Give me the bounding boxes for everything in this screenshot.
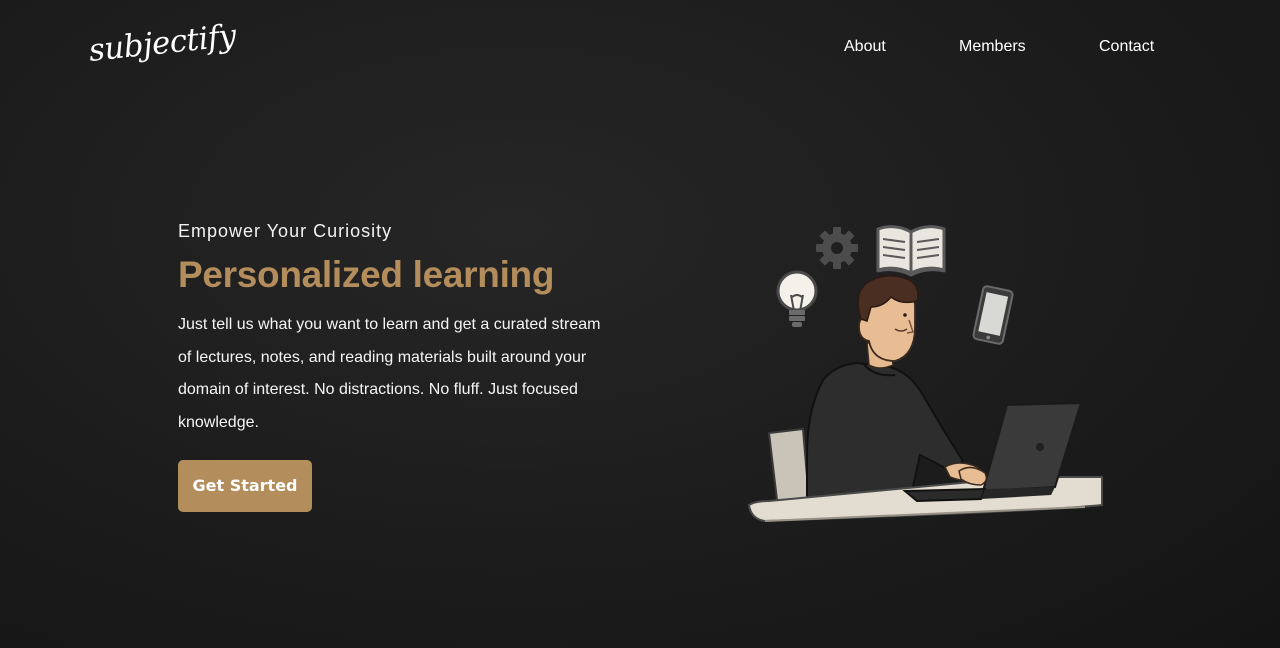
- get-started-button[interactable]: Get Started: [178, 459, 312, 512]
- lightbulb-icon: [776, 270, 818, 327]
- hero-illustration: [745, 215, 1107, 525]
- person-figure: [806, 275, 984, 501]
- hero-eyebrow: Empower Your Curiosity: [178, 221, 393, 241]
- smartphone-icon: [972, 285, 1014, 345]
- nav-menu: About Members Contact: [0, 38, 1280, 58]
- hero-section: Empower Your Curiosity Personalized lear…: [178, 218, 628, 512]
- gear-icon: [816, 227, 858, 269]
- navbar: subjectify About Members Contact: [0, 0, 1280, 96]
- hero-headline: Personalized learning: [178, 254, 555, 295]
- hero-description: Just tell us what you want to learn and …: [178, 316, 601, 432]
- open-book-icon: [876, 225, 946, 277]
- nav-link-about[interactable]: About: [844, 38, 886, 56]
- nav-link-contact[interactable]: Contact: [1099, 38, 1154, 56]
- nav-link-members[interactable]: Members: [959, 38, 1026, 56]
